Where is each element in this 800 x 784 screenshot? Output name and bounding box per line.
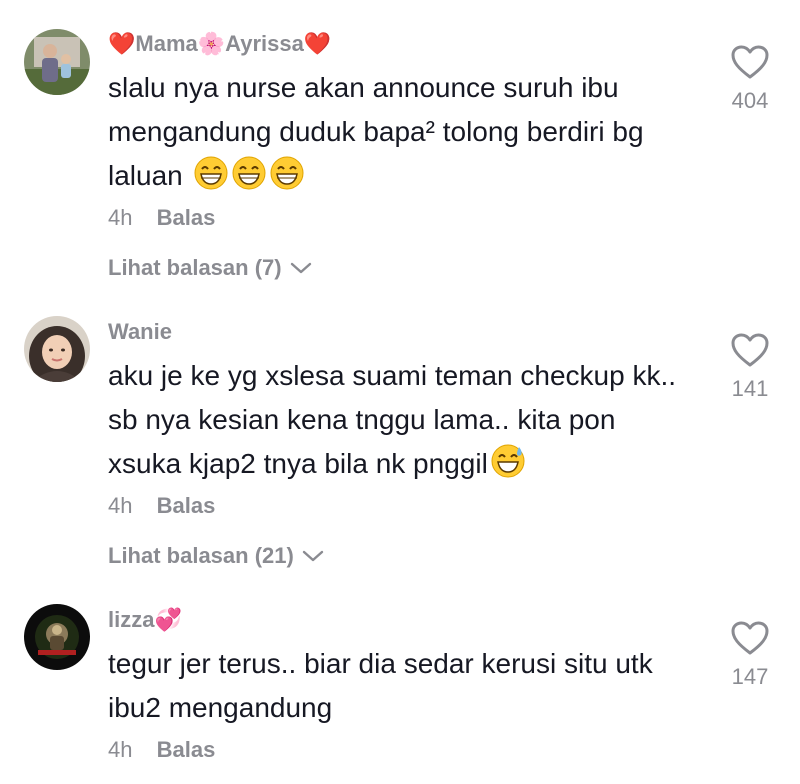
username[interactable]: Wanie — [108, 318, 688, 346]
grin-emoji-icon — [232, 156, 266, 190]
comment-text: tegur jer terus.. biar dia sedar kerusi … — [108, 642, 688, 730]
like-count: 404 — [731, 88, 769, 113]
comment-text: slalu nya nurse akan announce suruh ibu … — [108, 66, 688, 198]
avatar[interactable] — [24, 29, 90, 95]
view-replies-button[interactable]: Lihat balasan (21) — [108, 542, 688, 570]
like-button[interactable]: 147 — [720, 620, 780, 690]
reply-button[interactable]: Balas — [157, 493, 216, 518]
avatar-image — [24, 29, 90, 95]
username[interactable]: lizza💞 — [108, 606, 688, 634]
comment-text: aku je ke yg xslesa suami teman checkup … — [108, 354, 688, 486]
avatar-image — [24, 604, 90, 670]
heart-outline-icon[interactable] — [730, 332, 770, 368]
sweat-smile-emoji-icon — [491, 444, 525, 478]
chevron-down-icon — [290, 262, 311, 274]
heart-outline-icon[interactable] — [730, 620, 770, 656]
comment-meta: 4h Balas — [108, 736, 688, 764]
comment-time: 4h — [108, 737, 133, 762]
like-count: 141 — [731, 376, 769, 401]
grin-emoji-icon — [270, 156, 304, 190]
reply-button[interactable]: Balas — [157, 205, 216, 230]
username[interactable]: ❤️Mama🌸Ayrissa❤️ — [108, 30, 688, 58]
like-count: 147 — [731, 664, 769, 689]
comment-text-body: aku je ke yg xslesa suami teman checkup … — [108, 360, 677, 479]
comment-meta: 4h Balas — [108, 204, 688, 232]
comment-text-body: slalu nya nurse akan announce suruh ibu … — [108, 72, 644, 191]
view-replies-label: Lihat balasan (21) — [108, 543, 294, 568]
comment-time: 4h — [108, 493, 133, 518]
like-button[interactable]: 404 — [720, 44, 780, 114]
view-replies-label: Lihat balasan (7) — [108, 255, 282, 280]
comment-time: 4h — [108, 205, 133, 230]
like-button[interactable]: 141 — [720, 332, 780, 402]
avatar[interactable] — [24, 604, 90, 670]
comment-meta: 4h Balas — [108, 492, 688, 520]
view-replies-button[interactable]: Lihat balasan (7) — [108, 254, 688, 282]
reply-button[interactable]: Balas — [157, 737, 216, 762]
comment-text-body: tegur jer terus.. biar dia sedar kerusi … — [108, 648, 653, 723]
avatar-image — [24, 316, 90, 382]
grin-emoji-icon — [194, 156, 228, 190]
heart-outline-icon[interactable] — [730, 44, 770, 80]
chevron-down-icon — [302, 550, 324, 562]
avatar[interactable] — [24, 316, 90, 382]
